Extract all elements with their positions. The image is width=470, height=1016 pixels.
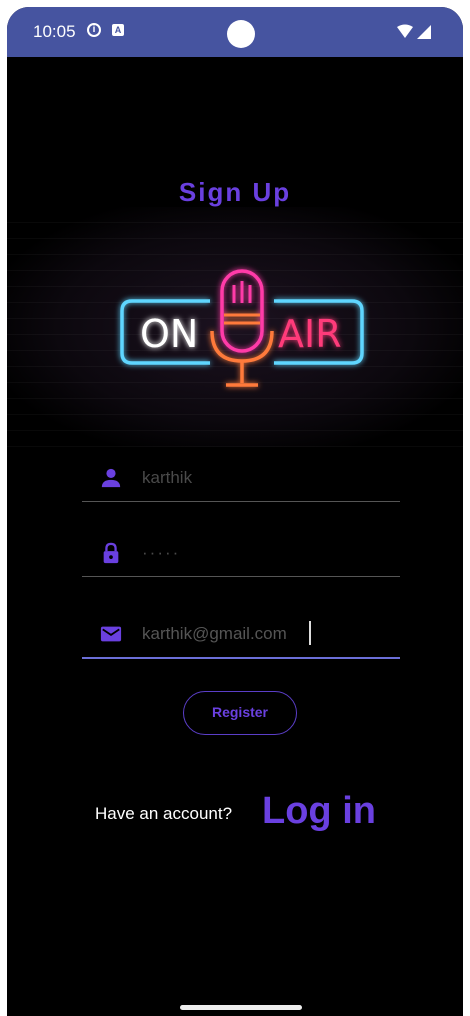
phone-screen: 10:05 i A Sign Up ON AIR karthik ····· k… xyxy=(7,7,463,1016)
logo-air-text: AIR xyxy=(278,312,342,356)
username-field[interactable]: karthik xyxy=(82,455,400,502)
lock-icon xyxy=(103,542,119,564)
wifi-signal-icon xyxy=(397,24,431,39)
have-account-text: Have an account? xyxy=(95,804,233,823)
text-cursor xyxy=(309,621,311,645)
login-link[interactable]: Log in xyxy=(262,790,376,833)
password-input[interactable]: ····· xyxy=(142,543,180,563)
status-time: 10:05 xyxy=(33,22,76,41)
a-notification-icon: A xyxy=(112,24,124,36)
info-icon: i xyxy=(87,23,101,37)
page-title: Sign Up xyxy=(178,177,292,207)
camera-cutout xyxy=(227,20,255,48)
mail-icon xyxy=(100,626,122,642)
email-field[interactable]: karthik@gmail.com xyxy=(82,611,400,659)
password-field[interactable]: ····· xyxy=(82,530,400,577)
person-icon xyxy=(101,468,121,488)
email-input[interactable]: karthik@gmail.com xyxy=(142,624,287,644)
logo-on-text: ON xyxy=(140,312,198,356)
register-button[interactable]: Register xyxy=(183,691,297,735)
on-air-logo: ON AIR xyxy=(120,269,364,387)
status-bar: 10:05 i A xyxy=(7,7,463,57)
gesture-home-bar[interactable] xyxy=(180,1005,302,1010)
username-input[interactable]: karthik xyxy=(142,468,192,488)
